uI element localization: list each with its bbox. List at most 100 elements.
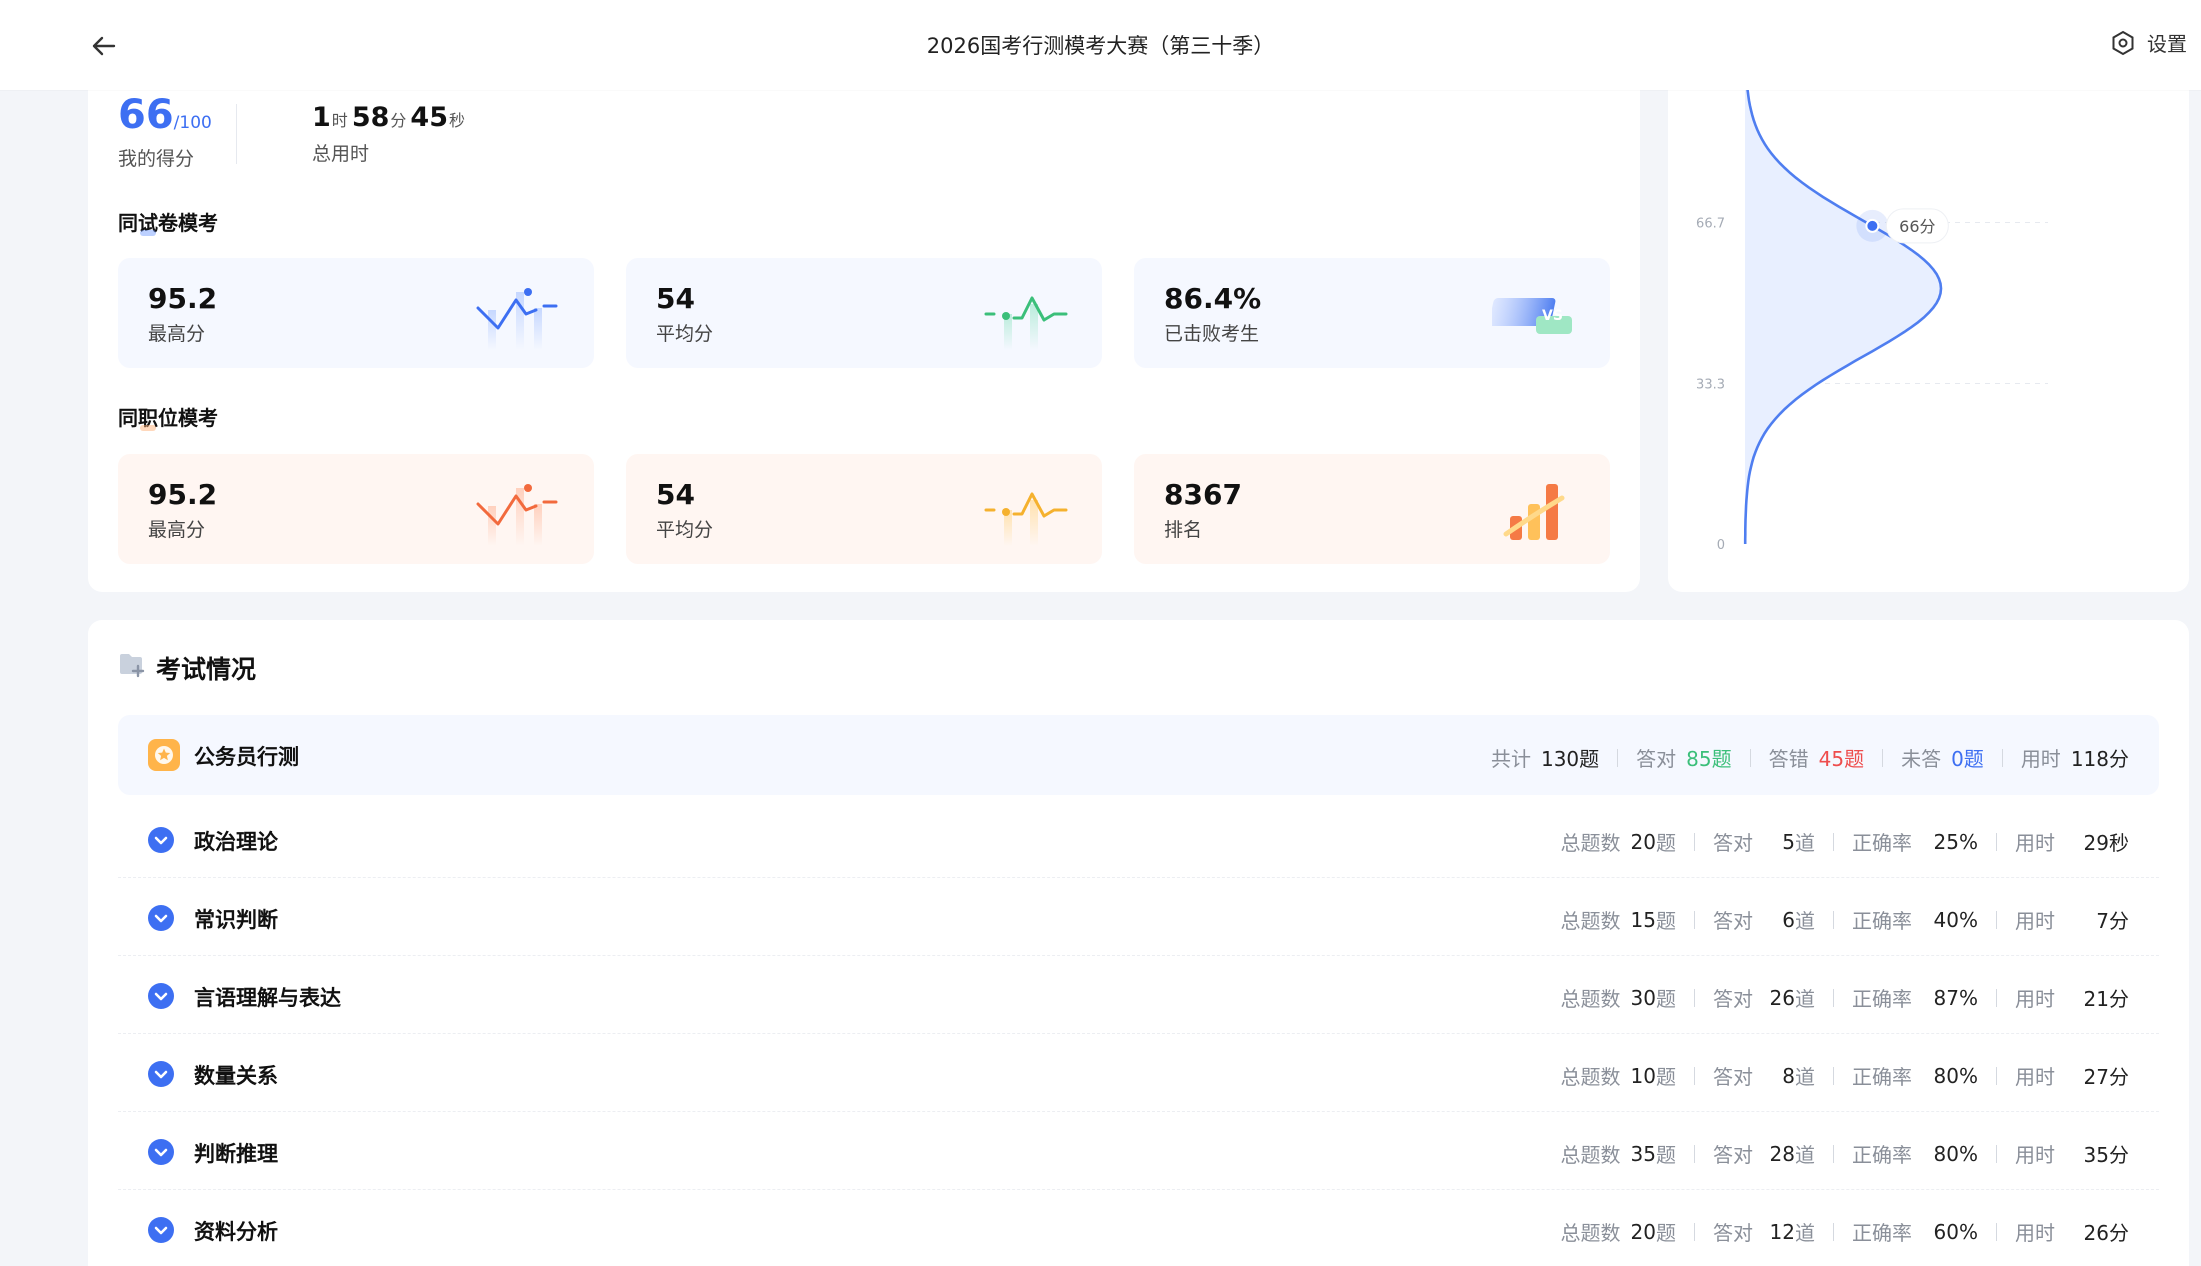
- y-tick-label: 66.7: [1696, 217, 1725, 232]
- same-paper-average-card: 54 平均分: [626, 258, 1102, 368]
- subject-total-value: 130题: [1540, 747, 1600, 771]
- time-hours: 1: [312, 102, 331, 133]
- subject-total-label: 共计: [1490, 747, 1531, 771]
- folder-icon: [118, 652, 146, 684]
- module-stats: 总题数 20 题 答对 12 道 正确率 60% 用时 26分: [1561, 1217, 2129, 1246]
- divider: [236, 104, 237, 164]
- correct-label: 答对: [1713, 1221, 1753, 1245]
- peak-chart-icon: [476, 280, 560, 354]
- module-name: 常识判断: [194, 908, 278, 932]
- subject-wrong-label: 答错: [1768, 747, 1809, 771]
- accuracy-label: 正确率: [1852, 1143, 1912, 1167]
- accuracy-label: 正确率: [1852, 1065, 1912, 1089]
- total-time-label: 总用时: [312, 143, 370, 165]
- y-tick-label: 33.3: [1696, 377, 1725, 392]
- module-row[interactable]: 言语理解与表达 总题数 30 题 答对 26 道 正确率 87% 用时 21分: [118, 956, 2159, 1034]
- chevron-down-icon[interactable]: [148, 827, 174, 853]
- same-position-rank-card: 8367 排名: [1134, 454, 1610, 564]
- time-minutes: 58: [351, 102, 390, 133]
- module-row[interactable]: 数量关系 总题数 10 题 答对 8 道 正确率 80% 用时 27分: [118, 1034, 2159, 1112]
- total-time: 1时 58分 45秒 总用时: [312, 102, 469, 166]
- subject-correct-label: 答对: [1636, 747, 1677, 771]
- correct-value: 6: [1782, 907, 1795, 932]
- total-count-unit: 题: [1656, 1065, 1676, 1089]
- time-value: 27分: [2083, 1065, 2129, 1089]
- accuracy-value: 80%: [1933, 1141, 1978, 1166]
- subject-time-label: 用时: [2020, 747, 2061, 771]
- settings-button[interactable]: 设置: [2109, 28, 2187, 57]
- chevron-down-icon[interactable]: [148, 1217, 174, 1243]
- chevron-down-icon[interactable]: [148, 1139, 174, 1165]
- time-minutes-unit: 分: [390, 111, 407, 130]
- total-count-value: 20: [1630, 829, 1656, 854]
- time-label: 用时: [2015, 987, 2055, 1011]
- my-score-total: /100: [173, 113, 212, 133]
- exam-situation-card: 考试情况 公务员行测 共计 130题 答对 85题 答错 45题 未答 0题 用…: [88, 620, 2189, 1266]
- module-row[interactable]: 资料分析 总题数 20 题 答对 12 道 正确率 60% 用时 26分: [118, 1190, 2159, 1266]
- total-count-label: 总题数: [1560, 1065, 1621, 1089]
- chevron-down-icon[interactable]: [148, 1061, 174, 1087]
- time-value: 21分: [2083, 987, 2129, 1011]
- accuracy-label: 正确率: [1852, 909, 1912, 933]
- subject-summary-row[interactable]: 公务员行测 共计 130题 答对 85题 答错 45题 未答 0题 用时 118…: [118, 715, 2159, 795]
- correct-label: 答对: [1713, 1143, 1753, 1167]
- correct-unit: 道: [1795, 1065, 1815, 1089]
- subject-stats: 共计 130题 答对 85题 答错 45题 未答 0题 用时 118分: [1491, 743, 2129, 772]
- total-count-label: 总题数: [1560, 987, 1621, 1011]
- chevron-down-icon[interactable]: [148, 983, 174, 1009]
- chevron-down-icon[interactable]: [148, 905, 174, 931]
- distribution-chart: 0 33.3 66.7 66分: [1696, 62, 2048, 553]
- same-position-highest-card: 95.2 最高分: [118, 454, 594, 564]
- same-paper-highest-card: 95.2 最高分: [118, 258, 594, 368]
- module-name: 数量关系: [194, 1064, 278, 1088]
- time-value: 35分: [2083, 1143, 2129, 1167]
- page-title: 2026国考行测模考大赛（第三十季）: [926, 34, 1275, 58]
- vs-icon: VS: [1488, 280, 1576, 354]
- correct-label: 答对: [1713, 909, 1753, 933]
- total-count-value: 10: [1630, 1063, 1656, 1088]
- my-score: 66/100 我的得分: [118, 92, 212, 171]
- settings-label: 设置: [2147, 32, 2187, 56]
- total-count-unit: 题: [1656, 1143, 1676, 1167]
- total-count-value: 15: [1630, 907, 1656, 932]
- time-label: 用时: [2015, 1065, 2055, 1089]
- same-paper-beaten-card: 86.4% 已击败考生 VS: [1134, 258, 1610, 368]
- time-hours-unit: 时: [331, 111, 348, 130]
- settings-hex-icon: [2109, 29, 2137, 57]
- total-count-label: 总题数: [1560, 831, 1621, 855]
- same-paper-title: 同试卷模考: [118, 207, 218, 236]
- subject-badge-icon: [148, 739, 180, 771]
- module-row[interactable]: 判断推理 总题数 35 题 答对 28 道 正确率 80% 用时 35分: [118, 1112, 2159, 1190]
- accuracy-value: 25%: [1933, 829, 1978, 854]
- score-summary-card: 66/100 我的得分 1时 58分 45秒 总用时 同试卷模考 95.2 最高分 …: [88, 62, 1640, 592]
- correct-unit: 道: [1795, 909, 1815, 933]
- total-count-value: 30: [1630, 985, 1656, 1010]
- accuracy-label: 正确率: [1852, 831, 1912, 855]
- ranking-bars-icon: [1492, 476, 1576, 550]
- correct-value: 8: [1782, 1063, 1795, 1088]
- module-row[interactable]: 政治理论 总题数 20 题 答对 5 道 正确率 25% 用时 29秒: [118, 800, 2159, 878]
- subject-name: 公务员行测: [194, 745, 299, 769]
- module-name: 资料分析: [194, 1220, 278, 1244]
- vs-glyph: VS: [1542, 308, 1563, 324]
- time-seconds-unit: 秒: [448, 111, 465, 130]
- subject-wrong-value: 45题: [1818, 747, 1865, 771]
- module-stats: 总题数 15 题 答对 6 道 正确率 40% 用时 7分: [1561, 905, 2129, 934]
- correct-unit: 道: [1795, 1221, 1815, 1245]
- total-count-label: 总题数: [1560, 1143, 1621, 1167]
- module-stats: 总题数 30 题 答对 26 道 正确率 87% 用时 21分: [1561, 983, 2129, 1012]
- module-row[interactable]: 常识判断 总题数 15 题 答对 6 道 正确率 40% 用时 7分: [118, 878, 2159, 956]
- exam-situation-title: 考试情况: [156, 655, 257, 684]
- accuracy-label: 正确率: [1852, 1221, 1912, 1245]
- accuracy-value: 87%: [1933, 985, 1978, 1010]
- my-score-marker: [1865, 218, 1880, 233]
- accuracy-value: 60%: [1933, 1219, 1978, 1244]
- correct-label: 答对: [1713, 987, 1753, 1011]
- correct-value: 28: [1769, 1141, 1795, 1166]
- module-stats: 总题数 35 题 答对 28 道 正确率 80% 用时 35分: [1561, 1139, 2129, 1168]
- time-value: 29秒: [2083, 831, 2129, 855]
- subject-time-value: 118分: [2070, 747, 2129, 771]
- time-label: 用时: [2015, 1143, 2055, 1167]
- correct-unit: 道: [1795, 987, 1815, 1011]
- correct-label: 答对: [1713, 831, 1753, 855]
